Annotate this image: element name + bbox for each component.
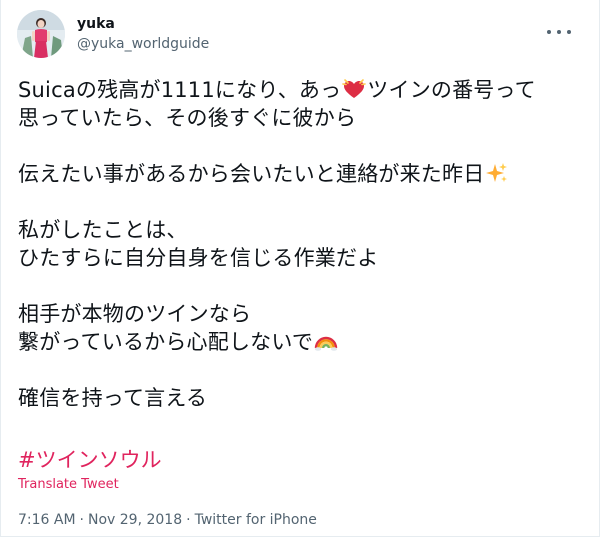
tweet-paragraph-4: 相手が本物のツインなら 繋がっているから心配しないで [18, 300, 583, 356]
author-handle[interactable]: @yuka_worldguide [77, 34, 209, 54]
tweet-paragraph-3: 私がしたことは、 ひたすらに自分自身を信じる作業だよ [18, 216, 583, 272]
tweet-text-p1-line1b: ツインの番号って [367, 78, 536, 102]
sparkles-emoji [486, 163, 508, 182]
tweet-text-p5-line1: 確信を持って言える [18, 386, 208, 410]
tweet-text-p2-line1: 伝えたい事があるから会いたいと連絡が来た昨日 [18, 162, 485, 186]
tweet-text-p3-line1: 私がしたことは、 [18, 218, 188, 242]
tweet-header: yuka @yuka_worldguide [17, 10, 583, 58]
avatar[interactable] [17, 10, 65, 58]
hashtag-link[interactable]: #ツインソウル [18, 446, 162, 474]
more-horizontal-icon-dot-3 [567, 30, 571, 34]
more-horizontal-icon [547, 30, 551, 34]
tweet-text: Suicaの残高が1111になり、あっ ツインの番号って 思っていたら、その後す… [18, 76, 583, 440]
more-options-button[interactable] [547, 22, 571, 42]
tweet-paragraph-5: 確信を持って言える [18, 384, 583, 412]
tweet-paragraph-1: Suicaの残高が1111になり、あっ ツインの番号って 思っていたら、その後す… [18, 76, 583, 132]
author-block: yuka @yuka_worldguide [77, 14, 209, 54]
avatar-photo [17, 10, 65, 58]
rainbow-emoji [314, 336, 338, 351]
more-horizontal-icon-dot-2 [557, 30, 561, 34]
tweet-time[interactable]: 7:16 AM [18, 512, 76, 528]
tweet-date[interactable]: Nov 29, 2018 [88, 512, 182, 528]
tweet-source[interactable]: Twitter for iPhone [195, 512, 317, 528]
tweet-text-p4-line1: 相手が本物のツインなら [18, 302, 252, 326]
heart-with-ribbon-emoji [342, 79, 367, 98]
tweet-text-p1-line1a: Suicaの残高が1111になり、あっ [18, 78, 342, 102]
tweet-text-p1-line2: 思っていたら、その後すぐに彼から [18, 106, 357, 130]
meta-separator-2: · [186, 512, 191, 528]
translate-tweet-link[interactable]: Translate Tweet [18, 476, 119, 494]
tweet-metadata: 7:16 AM · Nov 29, 2018 · Twitter for iPhone [18, 510, 317, 530]
tweet-text-p4-line2: 繋がっているから心配しないで [18, 330, 314, 354]
tweet-card: yuka @yuka_worldguide Suicaの残高が1111になり、あ… [0, 0, 600, 537]
tweet-text-p3-line2: ひたすらに自分自身を信じる作業だよ [18, 246, 379, 270]
author-display-name[interactable]: yuka [77, 14, 209, 34]
tweet-paragraph-2: 伝えたい事があるから会いたいと連絡が来た昨日 [18, 160, 583, 188]
meta-separator: · [79, 512, 84, 528]
